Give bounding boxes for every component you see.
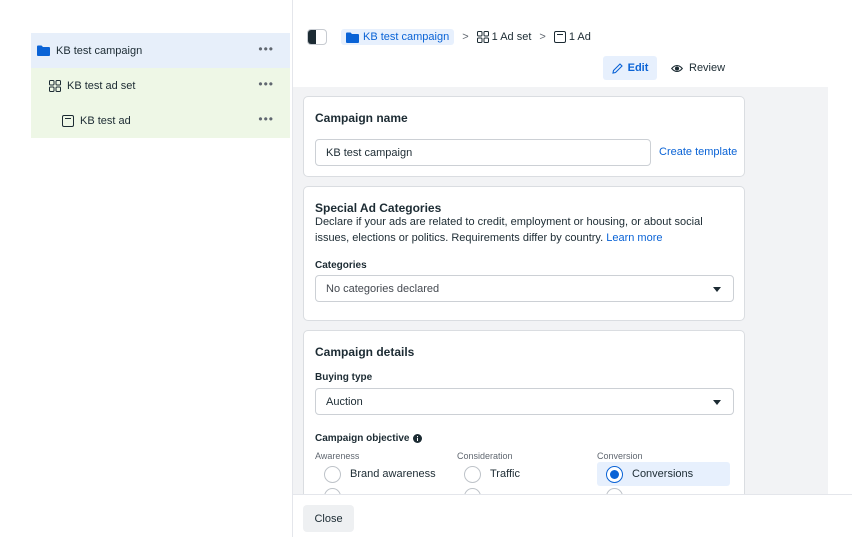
objective-label: Conversions [632, 468, 694, 480]
campaign-objective-label: Campaign objective [315, 433, 423, 444]
more-dots-icon[interactable]: ••• [258, 43, 274, 55]
close-button[interactable]: Close [303, 505, 354, 532]
campaign-name-input[interactable]: KB test campaign [315, 139, 651, 166]
breadcrumb-ad[interactable]: 1 Ad [553, 31, 591, 43]
ad-square-icon [62, 114, 74, 127]
eye-icon [671, 64, 683, 73]
breadcrumb-adset[interactable]: 1 Ad set [476, 31, 532, 43]
folder-icon [346, 32, 359, 43]
breadcrumb-separator: > [462, 31, 469, 43]
col-awareness: Awareness [315, 451, 360, 461]
categories-label: Categories [315, 260, 367, 271]
tree-item-label: KB test ad set [67, 79, 136, 92]
tree-item-label: KB test campaign [56, 44, 143, 57]
tree-item-ad[interactable]: KB test ad ••• [31, 103, 290, 138]
campaign-objective-text: Campaign objective [315, 433, 410, 444]
info-icon[interactable] [413, 434, 423, 443]
edit-mode-label: Edit [627, 62, 649, 74]
breadcrumb: KB test campaign > 1 Ad set > 1 Ad [341, 28, 591, 46]
tree-item-adset[interactable]: KB test ad set ••• [31, 68, 290, 103]
campaign-details-title: Campaign details [315, 345, 415, 359]
pencil-icon [611, 62, 623, 74]
editor-panel[interactable]: Campaign name KB test campaign Create te… [293, 87, 828, 494]
breadcrumb-campaign[interactable]: KB test campaign [341, 29, 455, 45]
edit-mode-button[interactable]: Edit [603, 56, 657, 80]
col-conversion: Conversion [597, 451, 643, 461]
breadcrumb-campaign-label: KB test campaign [363, 31, 450, 43]
panel-toggle-icon[interactable] [307, 29, 327, 45]
breadcrumb-separator: > [539, 31, 546, 43]
more-dots-icon[interactable]: ••• [258, 78, 274, 90]
campaign-name-value: KB test campaign [326, 146, 413, 159]
objective-conversions[interactable]: Conversions [597, 462, 730, 486]
adset-grid-icon [476, 31, 489, 43]
more-dots-icon[interactable]: ••• [258, 113, 274, 125]
review-mode-button[interactable]: Review [671, 62, 725, 74]
create-template-link[interactable]: Create template [659, 146, 737, 158]
campaign-name-title: Campaign name [315, 111, 408, 125]
objective-traffic[interactable]: Traffic [455, 462, 520, 486]
breadcrumb-adset-label: 1 Ad set [491, 31, 532, 43]
caret-down-icon [713, 287, 721, 292]
campaign-tree: KB test campaign ••• KB test ad set ••• … [31, 33, 290, 138]
radio-button-selected[interactable] [606, 465, 623, 483]
mode-switch: Edit Review [603, 56, 725, 80]
special-ad-description: Declare if your ads are related to credi… [315, 214, 737, 246]
col-consideration: Consideration [457, 451, 513, 461]
caret-down-icon [713, 400, 721, 405]
objective-label: Brand awareness [350, 468, 436, 480]
radio-button[interactable] [324, 465, 341, 483]
campaign-details-card: Campaign details Buying type Auction Cam… [303, 330, 745, 494]
breadcrumb-ad-label: 1 Ad [568, 31, 591, 43]
footer-bar: Close [293, 494, 852, 537]
review-mode-label: Review [689, 62, 726, 74]
ad-square-icon [553, 31, 566, 43]
special-ad-title: Special Ad Categories [315, 201, 442, 215]
buying-type-label: Buying type [315, 372, 373, 383]
categories-select[interactable]: No categories declared [315, 275, 734, 302]
special-ad-categories-card: Special Ad Categories Declare if your ad… [303, 186, 745, 321]
folder-icon [37, 45, 50, 56]
radio-button[interactable] [464, 465, 481, 483]
adset-grid-icon [49, 79, 61, 92]
buying-type-select[interactable]: Auction [315, 388, 734, 415]
tree-item-label: KB test ad [80, 114, 131, 127]
categories-value: No categories declared [326, 282, 440, 295]
objective-brand-awareness[interactable]: Brand awareness [315, 462, 436, 486]
learn-more-link[interactable]: Learn more [606, 232, 662, 244]
objective-label: Traffic [490, 468, 520, 480]
buying-type-value: Auction [326, 395, 363, 408]
tree-item-campaign[interactable]: KB test campaign ••• [31, 33, 290, 68]
campaign-name-card: Campaign name KB test campaign Create te… [303, 96, 745, 177]
